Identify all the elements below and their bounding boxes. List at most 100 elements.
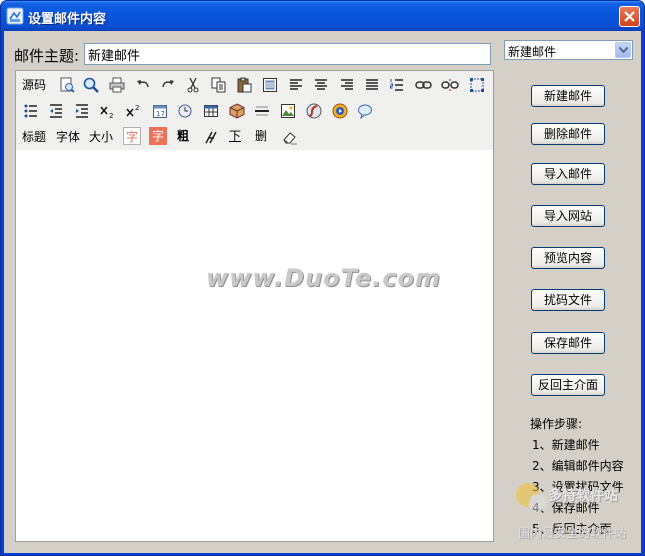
site-logo-watermark: 多特软件站 国内最安全的软件站 bbox=[512, 479, 640, 541]
preview-icon bbox=[60, 77, 75, 93]
logo-icon bbox=[516, 483, 547, 512]
select-all-icon bbox=[262, 77, 277, 92]
editor-toolbar: 源码 2 2 17 标题 字体 大小 字 字 粗 下 删 bbox=[16, 71, 493, 150]
html-editor: 源码 2 2 17 标题 字体 大小 字 字 粗 下 删 www.DuoTe.c… bbox=[15, 70, 494, 542]
save-mail-button[interactable]: 保存邮件 bbox=[531, 332, 605, 354]
cut-button[interactable] bbox=[181, 73, 204, 96]
anchor-button[interactable] bbox=[465, 73, 488, 96]
unlink-icon bbox=[440, 78, 459, 91]
outdent-icon bbox=[49, 103, 62, 118]
subject-input[interactable] bbox=[84, 43, 491, 65]
new-mail-button[interactable]: 新建邮件 bbox=[531, 85, 605, 107]
delete-mail-button[interactable]: 删除邮件 bbox=[531, 123, 605, 145]
subscript-icon: 2 bbox=[99, 106, 113, 119]
subscript-button[interactable]: 2 bbox=[95, 99, 118, 122]
clipboard-icon bbox=[237, 77, 251, 92]
logo-text-top: 多特软件站 bbox=[548, 488, 618, 504]
align-right-button[interactable] bbox=[335, 73, 358, 96]
heading-dropdown[interactable]: 标题 bbox=[22, 128, 46, 145]
back-to-main-button[interactable]: 反回主介面 bbox=[531, 374, 605, 396]
clock-icon bbox=[178, 104, 191, 117]
size-dropdown[interactable]: 大小 bbox=[89, 128, 113, 145]
indent-icon bbox=[75, 103, 88, 118]
ordered-list-button[interactable] bbox=[385, 73, 408, 96]
outdent-button[interactable] bbox=[44, 99, 67, 122]
svg-text:2: 2 bbox=[109, 112, 113, 119]
superscript-button[interactable]: 2 bbox=[121, 99, 144, 122]
zoom-button[interactable] bbox=[79, 73, 102, 96]
undo-icon bbox=[136, 79, 149, 87]
clear-format-button[interactable] bbox=[278, 125, 301, 148]
underline-button[interactable]: 下 bbox=[226, 127, 244, 145]
dropdown-button[interactable] bbox=[615, 42, 631, 58]
import-mail-button[interactable]: 导入邮件 bbox=[531, 163, 605, 185]
window-title: 设置邮件内容 bbox=[28, 12, 107, 27]
align-left-button[interactable] bbox=[284, 73, 307, 96]
eraser-icon bbox=[282, 131, 297, 144]
insert-flash-button[interactable] bbox=[302, 99, 325, 122]
scissors-icon bbox=[187, 77, 198, 92]
strikethrough-button[interactable]: 删 bbox=[252, 127, 270, 145]
align-left-icon bbox=[289, 78, 302, 90]
ordered-list-icon bbox=[389, 78, 403, 91]
insert-image-button[interactable] bbox=[276, 99, 299, 122]
mail-select-value: 新建邮件 bbox=[508, 45, 557, 59]
flash-icon bbox=[306, 103, 321, 118]
italic-brush-icon bbox=[204, 131, 217, 143]
image-icon bbox=[280, 103, 295, 118]
print-button[interactable] bbox=[105, 73, 128, 96]
cube-icon bbox=[229, 102, 244, 119]
step-item: 2、编辑邮件内容 bbox=[532, 459, 624, 473]
mail-select-dropdown[interactable]: 新建邮件 bbox=[504, 40, 633, 60]
bold-button[interactable]: 粗 bbox=[174, 127, 192, 145]
link-icon bbox=[414, 80, 432, 89]
title-bar[interactable]: 设置邮件内容 bbox=[1, 1, 644, 31]
anchor-icon bbox=[469, 77, 484, 92]
insert-link-button[interactable] bbox=[412, 73, 435, 96]
select-all-button[interactable] bbox=[258, 73, 281, 96]
undo-button[interactable] bbox=[131, 73, 154, 96]
redo-icon bbox=[161, 79, 174, 87]
insert-object-button[interactable] bbox=[225, 99, 248, 122]
logo-text-bottom: 国内最安全的软件站 bbox=[518, 526, 627, 540]
steps-title: 操作步骤: bbox=[530, 417, 583, 431]
scramble-file-button[interactable]: 扰码文件 bbox=[531, 289, 605, 311]
insert-table-button[interactable] bbox=[199, 99, 222, 122]
unordered-list-button[interactable] bbox=[19, 99, 42, 122]
preview-page-button[interactable] bbox=[55, 73, 78, 96]
background-color-button[interactable]: 字 bbox=[149, 127, 167, 145]
calendar-icon: 17 bbox=[152, 104, 167, 118]
insert-time-button[interactable] bbox=[173, 99, 196, 122]
copy-icon bbox=[211, 77, 225, 92]
dialog-window: 设置邮件内容 邮件主题: 新建邮件 源码 bbox=[0, 0, 645, 556]
align-justify-icon bbox=[365, 78, 378, 90]
align-right-icon bbox=[340, 78, 353, 90]
horizontal-rule-button[interactable] bbox=[250, 99, 273, 122]
copy-button[interactable] bbox=[207, 73, 230, 96]
superscript-icon: 2 bbox=[125, 104, 139, 116]
insert-emoticon-button[interactable] bbox=[353, 99, 376, 122]
speech-bubble-icon bbox=[357, 104, 372, 119]
svg-text:2: 2 bbox=[135, 104, 139, 112]
font-dropdown[interactable]: 字体 bbox=[56, 128, 80, 145]
insert-date-button[interactable]: 17 bbox=[148, 99, 171, 122]
import-website-button[interactable]: 导入网站 bbox=[531, 205, 605, 227]
align-center-icon bbox=[314, 78, 327, 90]
dialog-client-area: 邮件主题: 新建邮件 源码 bbox=[4, 31, 641, 553]
align-center-button[interactable] bbox=[309, 73, 332, 96]
horizontal-rule-icon bbox=[254, 106, 269, 115]
insert-media-button[interactable] bbox=[328, 99, 351, 122]
close-icon bbox=[624, 11, 635, 22]
redo-button[interactable] bbox=[156, 73, 179, 96]
font-color-button[interactable]: 字 bbox=[123, 127, 141, 145]
printer-icon bbox=[109, 77, 124, 92]
editor-content-area[interactable]: www.DuoTe.com bbox=[16, 150, 493, 541]
align-justify-button[interactable] bbox=[360, 73, 383, 96]
italic-button[interactable] bbox=[199, 125, 222, 148]
remove-link-button[interactable] bbox=[438, 73, 461, 96]
paste-button[interactable] bbox=[232, 73, 255, 96]
indent-button[interactable] bbox=[70, 99, 93, 122]
close-button[interactable] bbox=[619, 6, 640, 27]
source-code-button[interactable]: 源码 bbox=[22, 76, 46, 93]
preview-content-button[interactable]: 预览内容 bbox=[531, 247, 605, 269]
